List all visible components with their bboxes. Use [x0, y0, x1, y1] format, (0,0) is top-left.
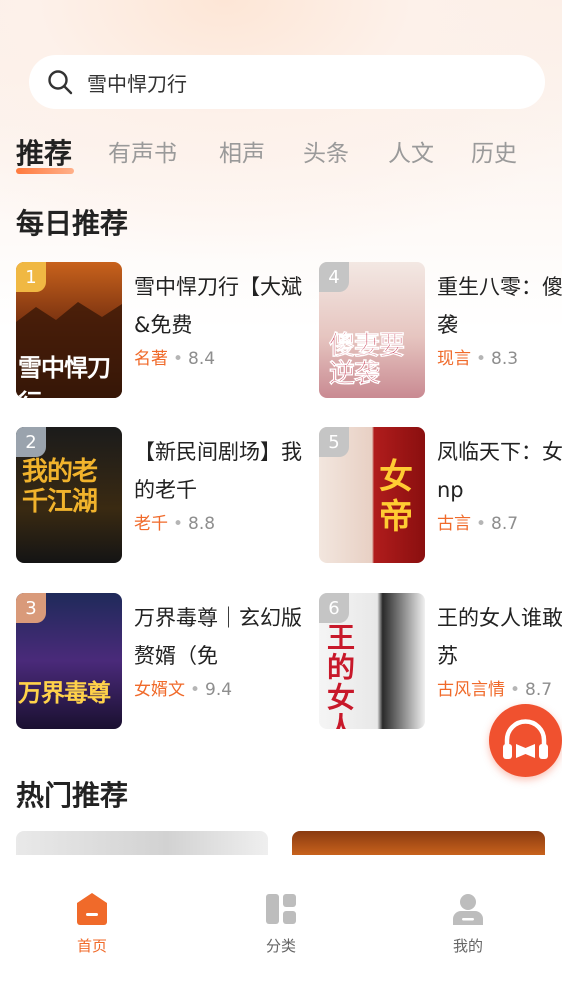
tab-humanities[interactable]: 人文 — [388, 134, 434, 168]
book-card[interactable]: 傻妻要逆袭 4 重生八零：傻妻，要逆袭 现言•8.3 — [319, 262, 562, 398]
book-genre: 古风言情 — [437, 680, 505, 700]
book-meta: 现言 • 8.3 — [437, 349, 519, 369]
audio-player-button[interactable] — [489, 704, 562, 777]
book-score: 8.7 — [491, 514, 519, 534]
book-genre: 现言 — [437, 349, 471, 369]
cover-title: 我的老千江湖 — [22, 457, 98, 517]
book-score: 8.8 — [188, 514, 216, 534]
book-meta: 古风言情 • 8.7 — [437, 680, 553, 700]
category-icon — [266, 894, 296, 924]
hot-section-title: 热门推荐 — [16, 779, 129, 812]
tab-indicator — [16, 168, 74, 174]
book-card[interactable]: 我的老千江湖 2 【新民间剧场】我的老千 老千 • 8.8 — [16, 427, 306, 563]
headphones-icon — [503, 719, 548, 759]
tab-crosstalk[interactable]: 相声 — [219, 134, 265, 168]
book-title: 王的女人谁敢动｜一刀苏 — [437, 606, 562, 668]
book-title: 重生八零：傻妻，要逆袭 — [437, 275, 562, 337]
book-title: 凤临天下：女商丨女尊np — [437, 440, 562, 502]
book-title: 【新民间剧场】我的老千 — [134, 440, 302, 502]
home-icon — [77, 893, 107, 925]
book-genre: 女婿文 — [134, 680, 185, 700]
book-meta: 女婿文 • 9.4 — [134, 680, 233, 700]
book-cover[interactable]: 万界毒尊 3 — [16, 593, 122, 729]
book-score: 8.7 — [525, 680, 553, 700]
rank-badge: 4 — [319, 262, 349, 292]
rank-badge: 1 — [16, 262, 46, 292]
tab-recommend[interactable]: 推荐 — [16, 132, 72, 172]
tab-audiobook[interactable]: 有声书 — [108, 134, 177, 168]
hot-card[interactable] — [16, 831, 268, 855]
bottom-nav: 首页 分类 我的 — [0, 855, 562, 995]
book-card[interactable]: 万界毒尊 3 万界毒尊｜玄幻版赘婿（免 女婿文 • 9.4 — [16, 593, 306, 729]
book-score: 9.4 — [205, 680, 233, 700]
daily-section-title: 每日推荐 — [16, 207, 129, 240]
book-meta: 老千 • 8.8 — [134, 514, 216, 534]
nav-profile-label: 我的 — [452, 937, 483, 955]
book-meta: 名著 • 8.4 — [134, 349, 216, 369]
search-input[interactable]: 雪中悍刀行 — [87, 68, 187, 97]
book-cover[interactable]: 我的老千江湖 2 — [16, 427, 122, 563]
book-title: 万界毒尊｜玄幻版赘婿（免 — [134, 606, 302, 668]
cover-title: 王的女人 — [327, 621, 355, 730]
book-genre: 老千 — [134, 514, 168, 534]
nav-profile[interactable]: 我的 — [428, 891, 508, 956]
search-bar[interactable]: 雪中悍刀行 — [29, 55, 545, 109]
book-score: 8.4 — [188, 349, 216, 369]
book-card[interactable]: 雪中悍刀行 1 雪中悍刀行【大斌&免费 名著•8.4 — [16, 262, 306, 398]
cover-title: 女帝 — [379, 457, 413, 537]
cover-title: 傻妻要逆袭 — [329, 331, 406, 389]
book-title: 雪中悍刀行【大斌&免费 — [134, 275, 302, 337]
nav-category-label: 分类 — [265, 937, 296, 955]
tab-headlines[interactable]: 头条 — [303, 134, 349, 168]
rank-badge: 5 — [319, 427, 349, 457]
book-score: 8.3 — [491, 349, 519, 369]
hot-card[interactable] — [292, 831, 545, 855]
rank-badge: 6 — [319, 593, 349, 623]
book-card[interactable]: 女帝 5 凤临天下：女商丨女尊np 古言•8.7 — [319, 427, 562, 563]
profile-icon — [453, 894, 483, 925]
nav-home[interactable]: 首页 — [52, 891, 132, 956]
rank-badge: 2 — [16, 427, 46, 457]
book-cover[interactable]: 王的女人 6 — [319, 593, 425, 729]
book-cover[interactable]: 雪中悍刀行 1 — [16, 262, 122, 398]
nav-home-label: 首页 — [76, 937, 107, 955]
book-genre: 名著 — [134, 349, 168, 369]
book-genre: 古言 — [437, 514, 471, 534]
book-meta: 古言 • 8.7 — [437, 514, 519, 534]
tab-history[interactable]: 历史 — [471, 134, 517, 168]
rank-badge: 3 — [16, 593, 46, 623]
search-icon — [48, 70, 73, 95]
book-cover[interactable]: 女帝 5 — [319, 427, 425, 563]
category-tabs: 推荐 有声书 相声 头条 人文 历史 — [16, 132, 562, 182]
nav-category[interactable]: 分类 — [241, 891, 321, 956]
book-cover[interactable]: 傻妻要逆袭 4 — [319, 262, 425, 398]
cover-title: 雪中悍刀行 — [18, 354, 111, 398]
cover-title: 万界毒尊 — [18, 679, 111, 707]
